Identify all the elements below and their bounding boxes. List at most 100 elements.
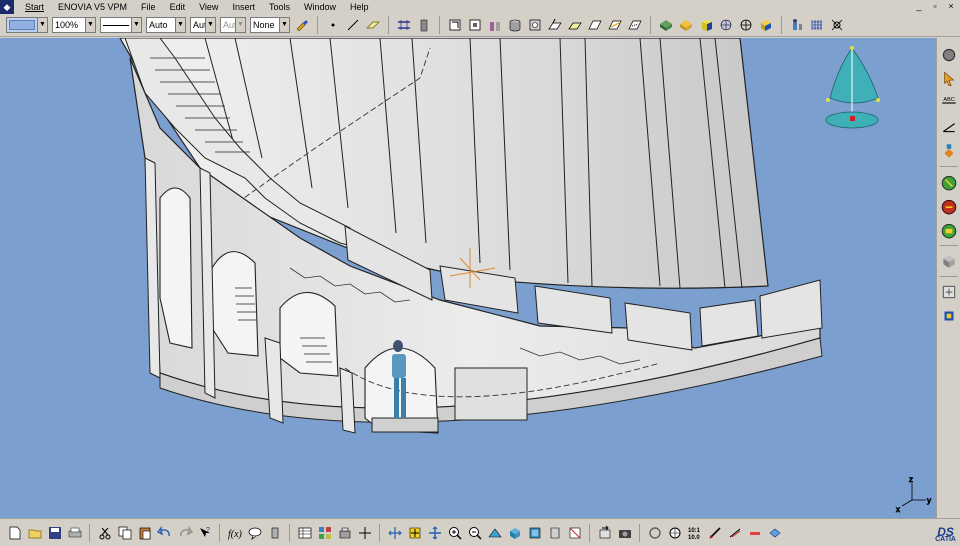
sphere-red-icon[interactable] xyxy=(940,197,958,215)
tree-icon[interactable] xyxy=(940,173,958,191)
cut-icon[interactable] xyxy=(567,17,583,33)
part-design-icon[interactable] xyxy=(940,252,958,270)
minus-icon[interactable] xyxy=(746,524,763,541)
thickness-dropdown[interactable]: Aut ▼ xyxy=(190,17,216,33)
iso-view-icon[interactable] xyxy=(506,524,523,541)
table-icon[interactable] xyxy=(296,524,313,541)
tower-icon[interactable] xyxy=(416,17,432,33)
paste-icon[interactable] xyxy=(136,524,153,541)
restore-button[interactable]: ▫ xyxy=(928,0,942,12)
rotate-icon[interactable] xyxy=(426,524,443,541)
select-icon[interactable] xyxy=(940,46,958,64)
sketch-icon[interactable] xyxy=(467,17,483,33)
cylinder-icon[interactable] xyxy=(507,17,523,33)
extrude-icon[interactable] xyxy=(547,17,563,33)
axis-indicator: z y x xyxy=(896,475,932,515)
annotation-icon[interactable]: ABC xyxy=(940,94,958,112)
normal-view-icon[interactable] xyxy=(486,524,503,541)
box-select-icon[interactable] xyxy=(766,524,783,541)
fill-icon[interactable] xyxy=(758,17,774,33)
linestyle-dropdown[interactable]: Auto ▼ xyxy=(146,17,186,33)
cube-icon[interactable] xyxy=(698,17,714,33)
point-icon[interactable] xyxy=(325,17,341,33)
line-icon[interactable] xyxy=(345,17,361,33)
zoom-out-icon[interactable] xyxy=(466,524,483,541)
layer-dropdown[interactable]: None ▼ xyxy=(250,17,290,33)
rib-icon[interactable] xyxy=(607,17,623,33)
properties-toolbar: ▼ 100% ▼ ▼ Auto ▼ Aut ▼ Aut ▼ None ▼ xyxy=(0,14,960,37)
svg-text:10:1: 10:1 xyxy=(688,528,701,534)
fit-all-icon[interactable] xyxy=(386,524,403,541)
save-icon[interactable] xyxy=(46,524,63,541)
scale-icon[interactable]: 10:1 10.0 xyxy=(686,524,703,541)
body-icon[interactable] xyxy=(447,17,463,33)
swap-icon[interactable] xyxy=(596,524,613,541)
catalog-icon[interactable] xyxy=(940,307,958,325)
grid-icon[interactable] xyxy=(809,17,825,33)
weight-dropdown[interactable]: Aut ▼ xyxy=(220,17,246,33)
print-icon[interactable] xyxy=(66,524,83,541)
assembly-icon[interactable] xyxy=(940,283,958,301)
cut-icon[interactable] xyxy=(96,524,113,541)
color-dropdown[interactable]: ▼ xyxy=(6,17,48,33)
capture-icon[interactable] xyxy=(616,524,633,541)
hide-icon[interactable] xyxy=(566,524,583,541)
part-icon[interactable] xyxy=(487,17,503,33)
walk-icon[interactable] xyxy=(666,524,683,541)
menu-tools[interactable]: Tools xyxy=(262,0,297,14)
comment-icon[interactable] xyxy=(246,524,263,541)
measure-icon[interactable] xyxy=(940,142,958,160)
3d-viewport[interactable]: z y x xyxy=(0,38,936,518)
fly-icon[interactable] xyxy=(356,524,373,541)
surface-icon[interactable] xyxy=(627,17,643,33)
render-icon[interactable] xyxy=(678,17,694,33)
symmetry-icon[interactable] xyxy=(396,17,412,33)
animation-icon[interactable] xyxy=(726,524,743,541)
multi-view-icon[interactable] xyxy=(526,524,543,541)
manikin-icon[interactable] xyxy=(789,17,805,33)
menu-start[interactable]: Start xyxy=(18,0,51,14)
axis-icon[interactable] xyxy=(940,118,958,136)
sphere-green-icon[interactable] xyxy=(940,221,958,239)
filter-icon[interactable] xyxy=(646,524,663,541)
minimize-button[interactable]: _ xyxy=(912,0,926,12)
menu-insert[interactable]: Insert xyxy=(225,0,262,14)
menu-window[interactable]: Window xyxy=(297,0,343,14)
menu-help[interactable]: Help xyxy=(343,0,376,14)
menu-view[interactable]: View xyxy=(192,0,225,14)
compass-widget[interactable] xyxy=(825,46,880,129)
close-button[interactable]: × xyxy=(944,0,958,12)
snap-icon[interactable] xyxy=(829,17,845,33)
redo-icon[interactable] xyxy=(176,524,193,541)
pointer-icon[interactable] xyxy=(940,70,958,88)
design-table-icon[interactable] xyxy=(316,524,333,541)
menu-file[interactable]: File xyxy=(134,0,163,14)
tower-model[interactable]: z y x xyxy=(0,38,936,518)
knowledge-icon[interactable] xyxy=(266,524,283,541)
zoom-dropdown[interactable]: 100% ▼ xyxy=(52,17,96,33)
whats-this-icon[interactable]: ? xyxy=(196,524,213,541)
svg-text:10.0: 10.0 xyxy=(688,535,700,541)
app-logo-icon[interactable]: ◆ xyxy=(0,0,14,14)
box-icon[interactable] xyxy=(527,17,543,33)
plane-icon[interactable] xyxy=(365,17,381,33)
new-icon[interactable] xyxy=(6,524,23,541)
catia-logo-text: CATIA xyxy=(935,536,956,543)
open-icon[interactable] xyxy=(26,524,43,541)
linetype-dropdown[interactable]: ▼ xyxy=(100,17,142,33)
material-icon[interactable] xyxy=(658,17,674,33)
formula-icon[interactable]: f(x) xyxy=(226,524,243,541)
ruler-icon[interactable] xyxy=(706,524,723,541)
law-icon[interactable] xyxy=(336,524,353,541)
copy-icon[interactable] xyxy=(116,524,133,541)
cross-icon[interactable] xyxy=(738,17,754,33)
pan-icon[interactable] xyxy=(406,524,423,541)
menu-edit[interactable]: Edit xyxy=(163,0,193,14)
shading-icon[interactable] xyxy=(546,524,563,541)
sphere-icon[interactable] xyxy=(718,17,734,33)
groove-icon[interactable] xyxy=(587,17,603,33)
paint-icon[interactable] xyxy=(294,17,310,33)
zoom-in-icon[interactable] xyxy=(446,524,463,541)
undo-icon[interactable] xyxy=(156,524,173,541)
menu-enovia[interactable]: ENOVIA V5 VPM xyxy=(51,0,134,14)
